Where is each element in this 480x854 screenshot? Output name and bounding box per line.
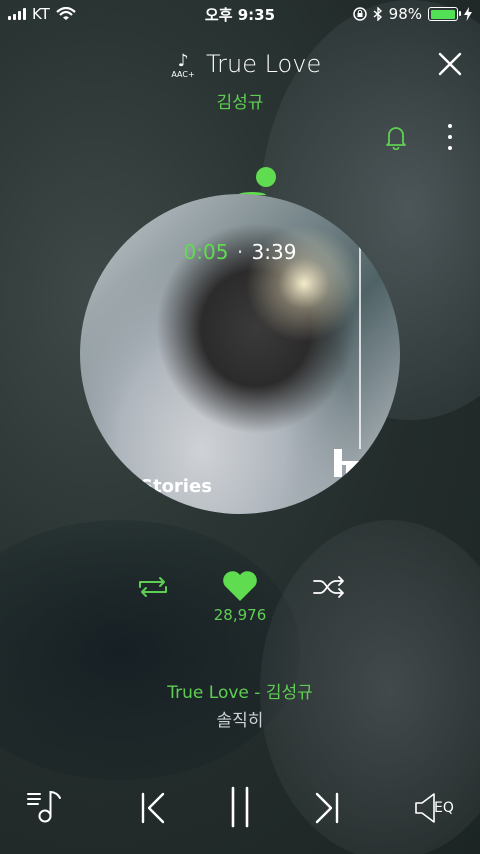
total-time: 3:39 <box>251 240 297 264</box>
artist-name[interactable]: 김성규 <box>0 88 480 113</box>
like-count: 28,976 <box>213 606 267 624</box>
close-icon[interactable] <box>436 50 464 78</box>
quality-label: AAC+ <box>171 70 195 79</box>
equalizer-button[interactable]: EQ <box>414 792 460 824</box>
current-time: 0:05 <box>183 240 229 264</box>
music-note-icon: ♪ <box>177 51 189 71</box>
status-bar: KT 오후 9:35 98% <box>0 0 480 28</box>
battery-icon <box>428 7 461 21</box>
song-title: True Love <box>206 50 322 78</box>
lyric-next-line[interactable]: 솔직히 <box>0 706 480 731</box>
equalizer-icon <box>415 793 435 823</box>
playback-time: 0:05 · 3:39 <box>0 240 480 264</box>
pause-icon[interactable] <box>228 786 252 828</box>
audio-quality-badge: ♪ AAC+ <box>168 52 198 80</box>
next-icon[interactable] <box>312 790 342 826</box>
eq-label: EQ <box>434 800 454 816</box>
repeat-icon[interactable] <box>136 574 170 600</box>
rotation-lock-icon <box>352 7 367 21</box>
charging-icon <box>464 7 472 21</box>
album-cover-text: Stories <box>140 476 212 497</box>
more-icon[interactable] <box>444 124 456 150</box>
lyric-current-line[interactable]: True Love - 김성규 <box>0 678 480 703</box>
bluetooth-icon <box>373 7 382 21</box>
shuffle-icon[interactable] <box>312 574 346 600</box>
heart-icon[interactable] <box>222 570 258 602</box>
bell-icon[interactable] <box>384 124 408 150</box>
progress-handle[interactable] <box>256 167 276 187</box>
album-cover-logo <box>334 449 360 477</box>
time-separator: · <box>236 240 244 264</box>
battery-percent: 98% <box>388 5 422 23</box>
previous-icon[interactable] <box>138 790 168 826</box>
playlist-icon[interactable] <box>26 788 66 824</box>
